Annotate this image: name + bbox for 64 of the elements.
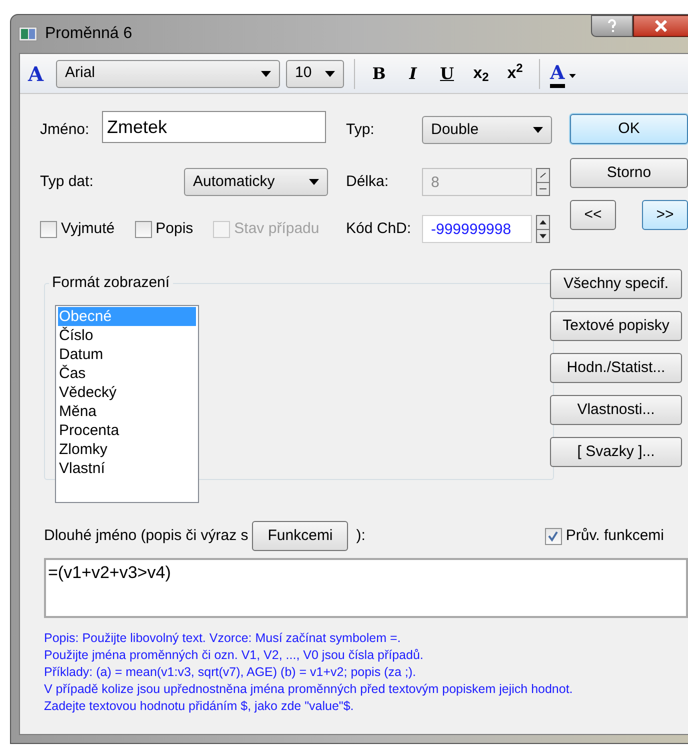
long-name-field[interactable]: =(v1+v2+v3>v4) bbox=[44, 558, 688, 618]
checkbox-label: Popis bbox=[156, 218, 194, 239]
side-button[interactable]: Všechny specif. bbox=[550, 269, 682, 299]
side-button[interactable]: [ Svazky ]... bbox=[550, 437, 682, 467]
font-size-select[interactable]: 10 bbox=[286, 60, 344, 88]
checkbox[interactable] bbox=[40, 220, 57, 238]
long-name-label: ): bbox=[356, 526, 366, 546]
list-item[interactable]: Zlomky bbox=[58, 440, 196, 458]
long-name-label: Dlouhé jméno (popis či výraz s bbox=[44, 526, 248, 546]
help-button[interactable] bbox=[591, 15, 633, 37]
data-type-select[interactable]: Automaticky bbox=[184, 168, 328, 196]
font-color-button[interactable]: A bbox=[550, 60, 576, 88]
checkbox[interactable] bbox=[544, 528, 562, 544]
side-button[interactable]: Textové popisky bbox=[550, 311, 682, 341]
help-text: Zadejte textovou hodnotu přidáním $, jako zde "value"$. bbox=[44, 698, 355, 715]
list-item[interactable]: Vědecký bbox=[58, 382, 196, 402]
format-button[interactable]: I bbox=[399, 60, 427, 88]
dropdown-caret-icon bbox=[309, 179, 319, 185]
help-text: Použijte jména proměnných či ozn. V1, V2, ..., V0 jsou čísla případů. bbox=[44, 647, 424, 664]
dropdown-caret-icon bbox=[325, 70, 335, 76]
field-label: Typ dat: bbox=[40, 172, 94, 192]
list-item[interactable]: Vlastní bbox=[58, 458, 196, 478]
side-button[interactable]: Vlastnosti... bbox=[550, 395, 682, 425]
field-label: Kód ChD: bbox=[346, 218, 412, 239]
format-button[interactable]: x$^{2}$ bbox=[501, 60, 529, 88]
window-app-icon bbox=[19, 27, 37, 41]
list-item[interactable]: Datum bbox=[58, 344, 196, 364]
close-button[interactable] bbox=[633, 15, 688, 37]
format-button[interactable]: B bbox=[365, 60, 393, 88]
list-item[interactable]: Procenta bbox=[58, 420, 196, 440]
checkbox-label: Prův. funkcemi bbox=[566, 526, 664, 546]
dropdown-caret-icon bbox=[568, 74, 576, 78]
field-label: Délka: bbox=[346, 172, 390, 192]
spinner-control[interactable] bbox=[536, 215, 550, 243]
checkbox[interactable] bbox=[134, 220, 152, 238]
format-button[interactable]: U bbox=[433, 60, 461, 88]
dropdown-caret-icon bbox=[261, 70, 271, 76]
font-select[interactable]: Arial bbox=[56, 60, 280, 88]
checkbox-label: Stav případu bbox=[234, 218, 320, 239]
field-label: Typ: bbox=[346, 120, 376, 140]
missing-code-field[interactable]: -999999998 bbox=[422, 215, 532, 243]
field-label: Jméno: bbox=[40, 120, 90, 140]
window-title: Proměnná 6 bbox=[45, 24, 132, 44]
format-button[interactable]: x$_{2}$ bbox=[467, 60, 495, 88]
list-item[interactable]: Měna bbox=[58, 402, 196, 420]
nav-button[interactable]: << bbox=[570, 200, 616, 230]
help-icon bbox=[607, 19, 617, 33]
checkbox-label: Vyjmuté bbox=[61, 218, 115, 239]
help-text: Popis: Použijte libovolný text. Vzorce: Musí začínat symbolem =. bbox=[44, 630, 402, 647]
functions-button[interactable]: Funkcemi bbox=[252, 521, 348, 551]
side-button[interactable]: Hodn./Statist... bbox=[550, 353, 682, 383]
group-title: Formát zobrazení bbox=[51, 273, 171, 293]
type-select[interactable]: Double bbox=[422, 116, 552, 144]
list-item[interactable]: Čas bbox=[58, 364, 196, 382]
list-item[interactable]: Číslo bbox=[58, 326, 196, 344]
close-icon bbox=[654, 20, 668, 32]
font-icon: A bbox=[28, 58, 50, 88]
help-text: V případě kolize jsou upřednostněna jména proměnných před textovým popiskem jejich hodnot. bbox=[44, 681, 574, 698]
help-text: Příklady: (a) = mean(v1:v3, sqrt(v7), AGE) (b) = v1+v2; popis (za ;). bbox=[44, 664, 418, 681]
dialog-button[interactable]: Storno bbox=[570, 158, 688, 188]
dropdown-caret-icon bbox=[533, 127, 543, 133]
dialog-button[interactable]: OK bbox=[570, 114, 688, 144]
name-field[interactable]: Zmetek bbox=[102, 111, 326, 143]
nav-button[interactable]: >> bbox=[642, 200, 688, 230]
